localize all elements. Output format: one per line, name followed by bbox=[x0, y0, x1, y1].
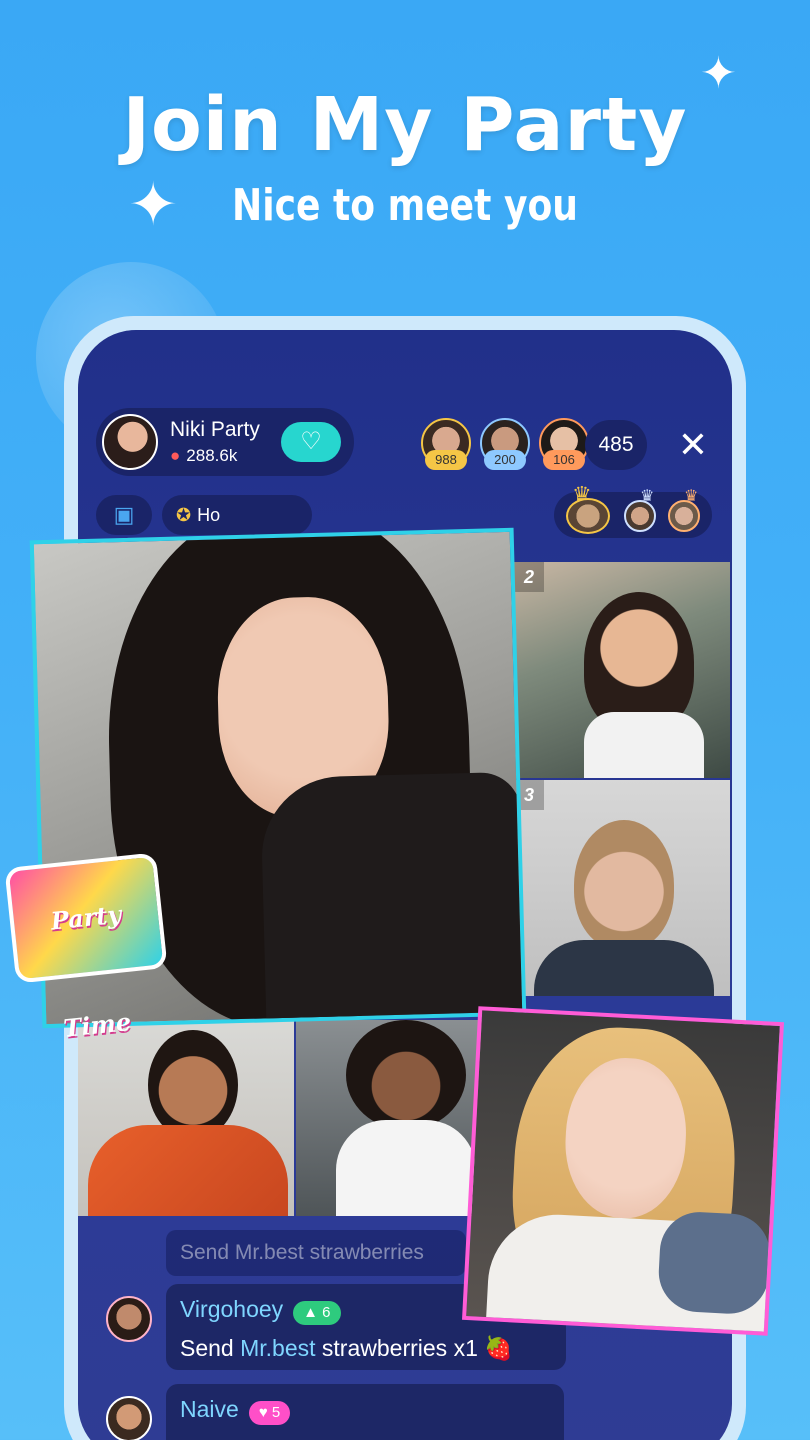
party-time-sticker: Party Time bbox=[4, 852, 168, 1043]
chat-username[interactable]: Naive bbox=[180, 1396, 239, 1422]
featured-seat-pink[interactable] bbox=[461, 1006, 785, 1336]
seat-number: 2 bbox=[514, 562, 544, 592]
host-avatar[interactable] bbox=[102, 414, 158, 470]
chat-avatar[interactable] bbox=[106, 1396, 152, 1440]
top-contributor-badge: 200 bbox=[484, 450, 526, 470]
seat-photo bbox=[260, 771, 527, 1029]
medal-icon: ✪ bbox=[176, 505, 192, 525]
chat-text-suffix: strawberries x1 🍓 bbox=[315, 1334, 513, 1361]
seat-tile[interactable]: 3 bbox=[514, 780, 730, 996]
seat-photo bbox=[88, 1125, 288, 1216]
chat-avatar[interactable] bbox=[106, 1296, 152, 1342]
hourly-rank-button[interactable]: ✪ Ho bbox=[162, 495, 312, 535]
seat-photo bbox=[584, 712, 704, 778]
promo-headline: Join My Party bbox=[122, 82, 688, 168]
seat-photo bbox=[346, 1020, 466, 1130]
hourly-rank-label: Ho bbox=[197, 505, 221, 525]
host-popularity: ● 288.6k bbox=[170, 446, 237, 466]
chat-message-faded: Send Mr.best strawberries bbox=[166, 1230, 466, 1276]
rank-avatar[interactable] bbox=[624, 500, 656, 532]
chat-text: Send Mr.best strawberries x1 🍓 bbox=[180, 1335, 552, 1362]
rank-avatar[interactable] bbox=[668, 500, 700, 532]
top-contributor-badge: 988 bbox=[425, 450, 467, 470]
seat-photo bbox=[656, 1210, 772, 1316]
host-info[interactable]: Niki Party ● 288.6k ♡ bbox=[96, 408, 354, 476]
level-badge: ♥ 5 bbox=[248, 1400, 291, 1425]
heart-plus-icon: ♡ bbox=[300, 428, 322, 455]
seat-photo bbox=[534, 940, 714, 996]
room-ranking[interactable]: ♛ ♛ ♛ bbox=[554, 482, 712, 538]
chat-message[interactable]: Naive ♥ 5 bbox=[166, 1384, 564, 1440]
seat-photo bbox=[336, 1120, 476, 1216]
chat-text-prefix: Send bbox=[180, 1334, 241, 1361]
close-button[interactable]: ✕ bbox=[668, 420, 718, 470]
promo-subline: Nice to meet you bbox=[232, 180, 578, 231]
chat-username[interactable]: Virgohoey bbox=[180, 1296, 283, 1322]
level-badge: ▲ 6 bbox=[293, 1300, 341, 1325]
bag-button[interactable]: ▣ bbox=[96, 495, 152, 535]
seat-photo bbox=[574, 820, 674, 950]
rank-avatar[interactable] bbox=[566, 498, 610, 534]
fire-icon: ● bbox=[170, 446, 181, 465]
seat-photo bbox=[584, 592, 694, 732]
viewer-count[interactable]: 485 bbox=[585, 420, 647, 470]
seat-photo bbox=[148, 1030, 238, 1140]
seat-tile[interactable]: 2 bbox=[514, 562, 730, 778]
bag-icon: ▣ bbox=[113, 502, 135, 527]
follow-button[interactable]: ♡ bbox=[281, 422, 341, 462]
top-contributor-badge: 106 bbox=[543, 450, 585, 470]
chat-mention[interactable]: Mr.best bbox=[240, 1335, 315, 1361]
host-popularity-value: 288.6k bbox=[186, 446, 238, 465]
host-name: Niki Party bbox=[170, 418, 260, 441]
